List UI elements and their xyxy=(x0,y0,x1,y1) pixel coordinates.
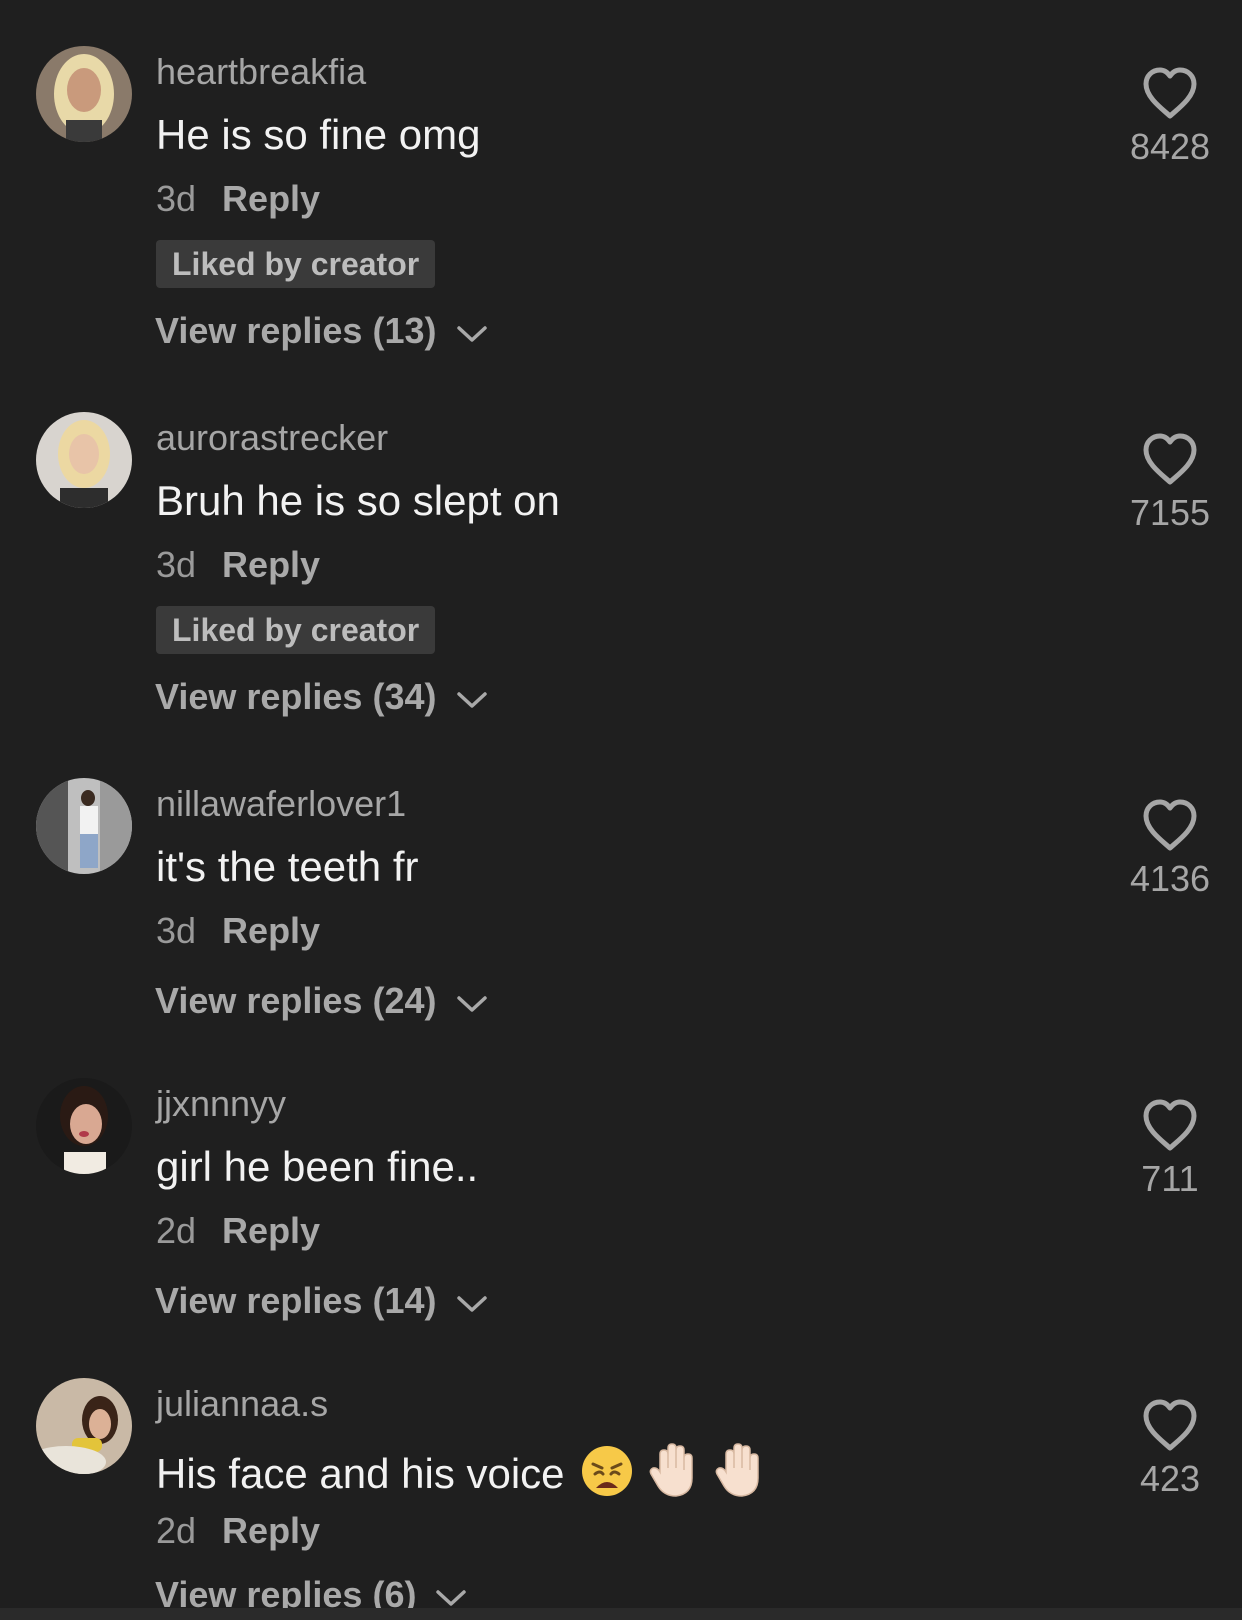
comment-time: 3d xyxy=(156,544,197,585)
comment-meta: 3d Reply xyxy=(156,910,320,952)
comment-username[interactable]: jjxnnnyy xyxy=(156,1084,286,1124)
view-replies-button[interactable]: View replies (13) xyxy=(155,310,487,352)
heart-icon xyxy=(1143,433,1197,485)
comment-username[interactable]: aurorastrecker xyxy=(156,418,388,458)
comment-meta: 3d Reply xyxy=(156,178,320,220)
comment-time: 2d xyxy=(156,1510,197,1551)
raised-hand-icon xyxy=(649,1443,693,1497)
like-count: 4136 xyxy=(1129,858,1211,899)
comment-text: He is so fine omg xyxy=(156,111,481,158)
reply-button[interactable]: Reply xyxy=(222,544,320,585)
comment-text: girl he been fine.. xyxy=(156,1143,479,1190)
like-button[interactable]: 711 xyxy=(1110,1098,1230,1200)
avatar[interactable] xyxy=(36,1078,132,1174)
heart-icon xyxy=(1143,799,1197,851)
like-button[interactable]: 8428 xyxy=(1110,66,1230,168)
like-button[interactable]: 7155 xyxy=(1110,432,1230,534)
view-replies-label: View replies (24) xyxy=(155,980,437,1021)
view-replies-label: View replies (13) xyxy=(155,310,437,351)
comment-meta: 2d Reply xyxy=(156,1510,320,1552)
comment-meta: 2d Reply xyxy=(156,1210,320,1252)
comment-time: 3d xyxy=(156,910,197,951)
like-button[interactable]: 4136 xyxy=(1110,798,1230,900)
comment-meta: 3d Reply xyxy=(156,544,320,586)
like-count: 8428 xyxy=(1129,126,1211,167)
view-replies-label: View replies (34) xyxy=(155,676,437,717)
comment-text-content: His face and his voice xyxy=(156,1450,565,1497)
heart-icon xyxy=(1143,1099,1197,1151)
reply-button[interactable]: Reply xyxy=(222,910,320,951)
reply-button[interactable]: Reply xyxy=(222,1210,320,1251)
comment-text: Bruh he is so slept on xyxy=(156,477,560,524)
heart-icon xyxy=(1143,67,1197,119)
comment-text: His face and his voice xyxy=(156,1442,766,1509)
heart-icon xyxy=(1143,1399,1197,1451)
avatar[interactable] xyxy=(36,46,132,142)
view-replies-button[interactable]: View replies (34) xyxy=(155,676,487,718)
chevron-down-icon xyxy=(456,980,487,1022)
emoji-group xyxy=(580,1442,765,1509)
comment-text: it's the teeth fr xyxy=(156,843,419,890)
like-count: 423 xyxy=(1139,1458,1201,1499)
comment-username[interactable]: heartbreakfia xyxy=(156,52,366,92)
view-replies-button[interactable]: View replies (14) xyxy=(155,1280,487,1322)
liked-by-creator-badge: Liked by creator xyxy=(156,606,436,654)
like-button[interactable]: 423 xyxy=(1110,1398,1230,1500)
avatar[interactable] xyxy=(36,778,132,874)
liked-by-creator-badge: Liked by creator xyxy=(156,240,436,288)
avatar[interactable] xyxy=(36,412,132,508)
chevron-down-icon xyxy=(456,310,487,352)
bottom-bar xyxy=(0,1608,1242,1620)
comment-username[interactable]: nillawaferlover1 xyxy=(156,784,406,824)
view-replies-button[interactable]: View replies (24) xyxy=(155,980,487,1022)
comment-time: 2d xyxy=(156,1210,197,1251)
raised-hand-icon xyxy=(715,1443,759,1497)
view-replies-label: View replies (14) xyxy=(155,1280,437,1321)
comment-time: 3d xyxy=(156,178,197,219)
reply-button[interactable]: Reply xyxy=(222,178,320,219)
comment-username[interactable]: juliannaa.s xyxy=(156,1384,328,1424)
reply-button[interactable]: Reply xyxy=(222,1510,320,1551)
chevron-down-icon xyxy=(456,676,487,718)
like-count: 7155 xyxy=(1129,492,1211,533)
chevron-down-icon xyxy=(456,1280,487,1322)
like-count: 711 xyxy=(1141,1158,1199,1199)
weary-face-icon xyxy=(582,1446,633,1496)
avatar[interactable] xyxy=(36,1378,132,1474)
